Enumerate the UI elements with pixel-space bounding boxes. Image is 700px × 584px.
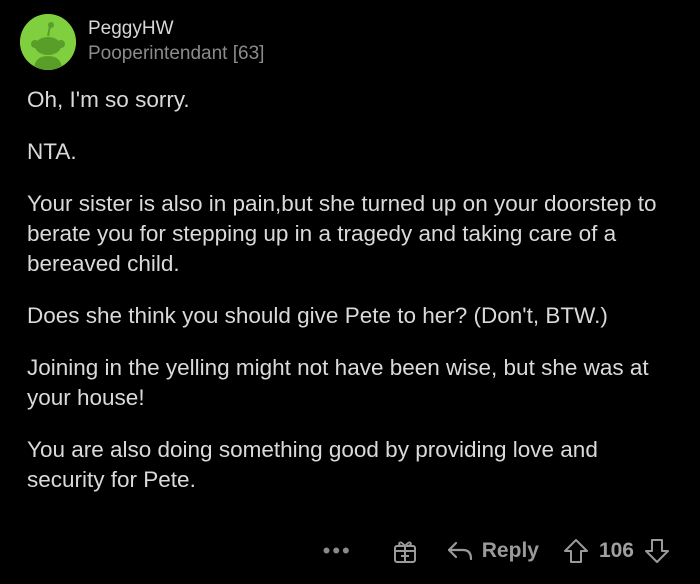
vote-count: 106 [598,539,634,562]
upvote-button[interactable] [563,538,589,564]
snoo-avatar-icon [20,14,76,70]
user-flair: Pooperintendant [63] [88,43,265,64]
comment: PeggyHW Pooperintendant [63] Oh, I'm so … [0,0,700,584]
reply-button[interactable]: Reply [446,539,539,563]
downvote-icon [645,539,669,563]
reply-arrow-icon [447,541,472,561]
comment-paragraph: Does she think you should give Pete to h… [27,303,608,328]
reply-label: Reply [481,539,539,562]
comment-paragraph: Your sister is also in pain,but she turn… [27,191,657,276]
comment-body: Oh, I'm so sorry. NTA. Your sister is al… [27,85,677,517]
award-icon [393,541,416,563]
more-options-button[interactable]: ••• [323,538,352,564]
comment-header: PeggyHW Pooperintendant [63] [20,14,264,70]
downvote-button[interactable] [644,538,670,564]
comment-paragraph: Oh, I'm so sorry. [27,87,190,112]
upvote-icon [563,539,588,563]
award-button[interactable] [392,538,418,564]
username[interactable]: PeggyHW [88,18,264,41]
avatar[interactable] [20,14,76,70]
comment-paragraph: You are also doing something good by pro… [27,437,598,492]
comment-paragraph: NTA. [27,139,77,164]
comment-actions: ••• Reply 106 [323,538,670,564]
user-meta: PeggyHW Pooperintendant [63] [88,18,264,66]
comment-paragraph: Joining in the yelling might not have be… [27,355,649,410]
